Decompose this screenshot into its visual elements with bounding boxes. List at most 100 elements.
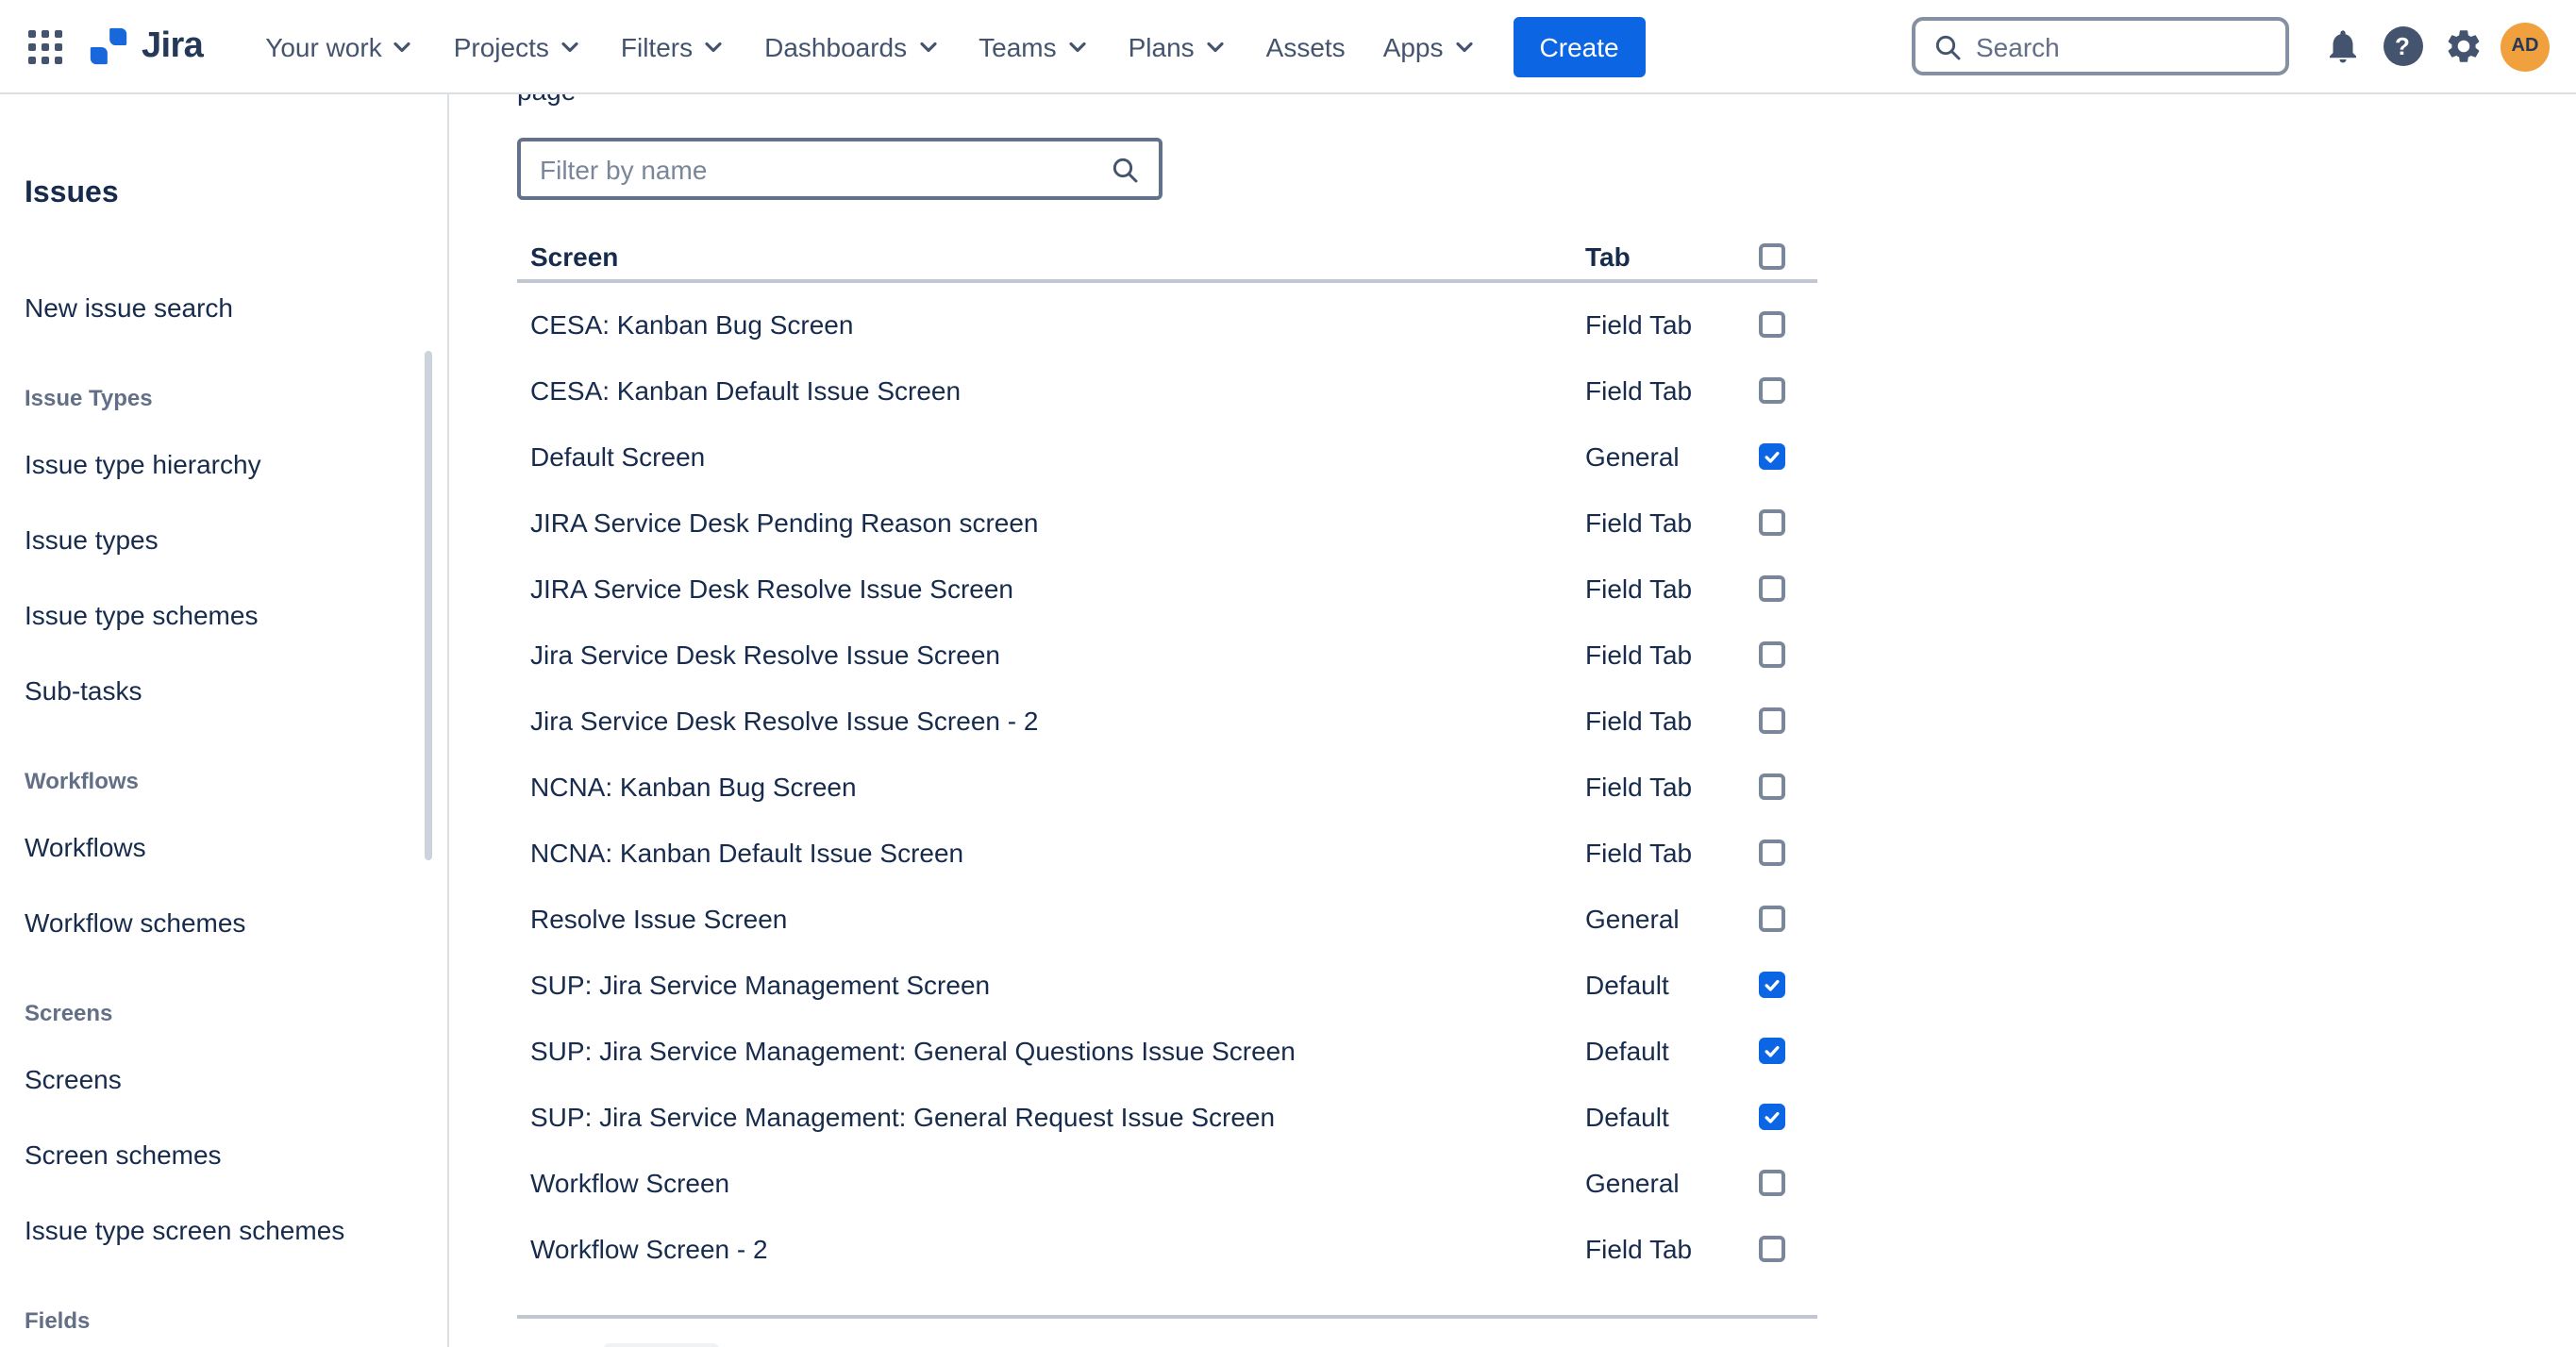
sidebar-item-issue-types[interactable]: Issue types [25,502,410,577]
screen-name: Jira Service Desk Resolve Issue Screen -… [517,705,1585,735]
screen-name: Workflow Screen - 2 [517,1233,1585,1263]
sidebar-title: Issues [25,177,410,215]
filter-field[interactable] [517,138,1163,200]
gear-icon [2443,26,2483,66]
sidebar-group: Fields [25,1307,410,1338]
screen-name: SUP: Jira Service Management: General Qu… [517,1035,1585,1065]
tab-value: General [1585,441,1746,471]
user-avatar[interactable]: AD [2501,22,2550,71]
sidebar-item-screens[interactable]: Screens [25,1041,410,1117]
create-button[interactable]: Create [1514,16,1646,76]
nav-item-dashboards[interactable]: Dashboards [747,20,958,73]
screen-name: NCNA: Kanban Bug Screen [517,771,1585,801]
nav-item-your-work[interactable]: Your work [248,20,433,73]
check-cell [1746,442,1817,469]
table-row: CESA: Kanban Default Issue Screen Field … [517,357,1817,423]
nav-item-label: Apps [1383,31,1444,61]
sidebar-item-screen-schemes[interactable]: Screen schemes [25,1117,410,1192]
row-checkbox[interactable] [1759,1169,1785,1195]
row-checkbox[interactable] [1759,508,1785,535]
main-content: page Screen Tab CESA: K [451,94,2576,1347]
tab-value: Field Tab [1585,837,1746,867]
nav-item-assets[interactable]: Assets [1249,20,1363,73]
tab-value: Field Tab [1585,1233,1746,1263]
chevron-down-icon [1202,33,1229,59]
check-cell [1746,640,1817,667]
sidebar-groups: New issue search Issue Types Issue type … [25,270,410,1338]
sidebar-item-sub-tasks[interactable]: Sub-tasks [25,653,410,728]
screen-name: Resolve Issue Screen [517,903,1585,933]
screen-name: JIRA Service Desk Resolve Issue Screen [517,573,1585,603]
tab-value: General [1585,903,1746,933]
nav-item-filters[interactable]: Filters [604,20,744,73]
global-search[interactable] [1912,17,2289,75]
table-row: CESA: Kanban Bug Screen Field Tab [517,291,1817,357]
row-checkbox[interactable] [1759,1037,1785,1063]
column-header-tab: Tab [1585,241,1746,272]
sidebar-group: Screens Screens Screen schemes Issue typ… [25,1000,410,1268]
chevron-down-icon [914,33,941,59]
screen-name: SUP: Jira Service Management Screen [517,969,1585,999]
check-cell [1746,839,1817,865]
table-row: SUP: Jira Service Management Screen Defa… [517,951,1817,1017]
app-switcher-icon[interactable] [19,20,72,73]
settings-button[interactable] [2433,16,2493,76]
check-cell [1746,1037,1817,1063]
search-input[interactable] [1976,31,2268,61]
help-button[interactable]: ? [2372,16,2433,76]
nav-item-label: Assets [1266,31,1346,61]
help-icon: ? [2383,26,2422,66]
screens-table: Screen Tab CESA: Kanban Bug Screen Field… [517,234,1817,1319]
screen-name: Jira Service Desk Resolve Issue Screen [517,639,1585,669]
primary-nav: Your work Projects Filters Dashboards Te… [248,20,1494,73]
screen-name: Workflow Screen [517,1167,1585,1197]
tab-value: Field Tab [1585,705,1746,735]
sidebar-item-new-issue-search[interactable]: New issue search [25,270,410,345]
sidebar-item-workflow-schemes[interactable]: Workflow schemes [25,885,410,960]
nav-item-projects[interactable]: Projects [437,20,600,73]
tab-value: Default [1585,1101,1746,1131]
nav-item-label: Projects [454,31,549,61]
sidebar-item-workflows[interactable]: Workflows [25,809,410,885]
filter-input[interactable] [540,154,1095,184]
jira-logo-icon [87,25,130,68]
screen-name: CESA: Kanban Default Issue Screen [517,374,1585,405]
row-checkbox[interactable] [1759,839,1785,865]
row-checkbox[interactable] [1759,376,1785,403]
sidebar-scrollbar[interactable] [425,351,432,860]
nav-item-apps[interactable]: Apps [1366,20,1495,73]
row-checkbox[interactable] [1759,574,1785,601]
sidebar-item-issue-type-screen-schemes[interactable]: Issue type screen schemes [25,1192,410,1268]
check-icon [1763,974,1781,993]
sidebar-item-issue-type-schemes[interactable]: Issue type schemes [25,577,410,653]
row-checkbox[interactable] [1759,310,1785,337]
tab-value: Field Tab [1585,573,1746,603]
row-checkbox[interactable] [1759,905,1785,931]
nav-item-teams[interactable]: Teams [962,20,1107,73]
sidebar-heading-issue-types: Issue Types [25,385,410,415]
row-checkbox[interactable] [1759,707,1785,733]
clipped-button[interactable] [604,1343,719,1347]
table-row: Jira Service Desk Resolve Issue Screen F… [517,621,1817,687]
row-checkbox[interactable] [1759,773,1785,799]
row-checkbox[interactable] [1759,1103,1785,1129]
row-checkbox[interactable] [1759,971,1785,997]
chevron-down-icon [1451,33,1478,59]
check-cell [1746,707,1817,733]
tab-value: Field Tab [1585,639,1746,669]
select-all-checkbox[interactable] [1759,243,1785,270]
table-row: Workflow Screen - 2 Field Tab [517,1215,1817,1281]
row-checkbox[interactable] [1759,640,1785,667]
row-checkbox[interactable] [1759,1235,1785,1261]
nav-item-plans[interactable]: Plans [1112,20,1246,73]
check-cell [1746,376,1817,403]
check-cell [1746,1103,1817,1129]
check-cell [1746,310,1817,337]
sidebar-item-issue-type-hierarchy[interactable]: Issue type hierarchy [25,426,410,502]
row-checkbox[interactable] [1759,442,1785,469]
help-glyph: ? [2395,34,2410,58]
notifications-button[interactable] [2312,16,2372,76]
chevron-down-icon [700,33,727,59]
nav-item-label: Teams [979,31,1056,61]
jira-logo[interactable]: Jira [87,25,203,68]
